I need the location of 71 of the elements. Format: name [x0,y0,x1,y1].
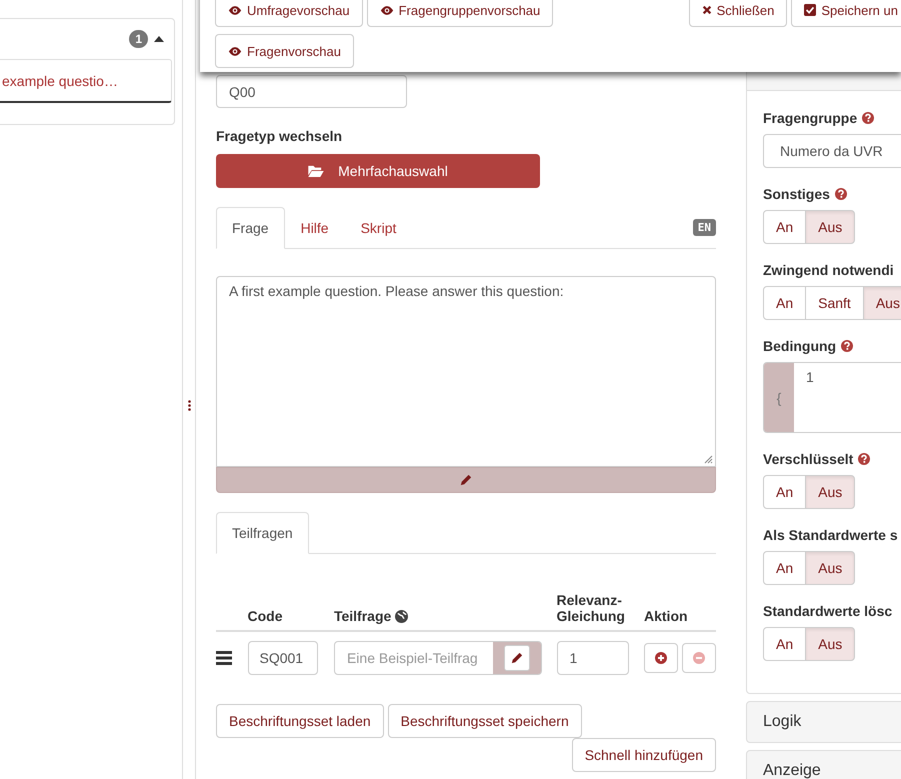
label-set-button[interactable]: Beschriftungsset speichern [388,704,582,738]
tab[interactable]: Teilfragen [216,512,309,554]
pencil-icon [510,652,523,664]
toggle-option[interactable]: Sanft [805,286,864,320]
minus-icon [693,652,705,664]
panel-header[interactable]: Logik [746,701,901,743]
code-text: 1 [805,368,815,387]
field-label: Sonstiges [763,186,830,202]
panel-header[interactable]: Anzeige [746,750,901,779]
relevance-field[interactable]: 1 [556,641,628,675]
column-header: Code [248,608,282,624]
toggle-option[interactable]: An [763,627,806,661]
resize-grip-icon[interactable] [703,454,713,464]
toggle-option[interactable]: Aus [862,286,901,320]
select-field[interactable]: Numero da UVR [763,134,901,168]
plus-icon [655,652,667,664]
code-field[interactable]: SQ001 [248,641,318,675]
language-badge: EN [692,218,716,236]
label-set-button[interactable]: Beschriftungsset laden [216,704,384,738]
eye-icon [228,4,242,16]
preview-button[interactable]: Fragengruppenvorschau [366,0,554,27]
checkbox-icon [804,4,816,16]
code-editor[interactable]: { 1 [763,362,901,433]
eye-icon [380,4,394,16]
drag-handle-icon[interactable] [216,651,232,665]
field-label: Verschlüsselt [763,451,854,467]
column-header: Aktion [644,608,688,624]
add-button[interactable] [644,643,678,673]
close-button[interactable]: Schließen [688,0,788,27]
column-header: Relevanz-Gleichung [556,592,626,624]
tab[interactable]: Hilfe [284,207,345,249]
gutter-bracket: { [764,363,794,432]
help-icon[interactable] [834,188,847,200]
quick-add-button[interactable]: Schnell hinzufügen [572,738,716,772]
preview-button[interactable]: Fragenvorschau [215,34,354,68]
toggle-option[interactable]: An [763,475,806,509]
close-icon [702,5,712,15]
preview-button[interactable]: Umfragevorschau [215,0,363,27]
tab[interactable]: Skript [344,207,412,249]
help-icon[interactable] [862,112,874,124]
question-text: A first example question. Please answer this question: [229,283,564,299]
editor-toggle-bar[interactable] [216,467,716,493]
pencil-icon [460,474,472,486]
code-field[interactable]: Q00 [216,75,407,108]
folder-icon [308,165,324,177]
question-text-area[interactable]: A first example question. Please answer this question: [216,276,716,467]
toggle-option[interactable]: An [763,551,806,585]
eye-icon [228,46,242,56]
edit-button[interactable] [504,645,530,671]
help-icon[interactable] [841,340,854,352]
question-item[interactable]: example questio… [0,59,172,103]
field-label: Fragetyp wechseln [216,128,344,146]
field-label: Bedingung [763,338,836,354]
field-label: Standardwerte lösc [763,603,892,619]
save-button[interactable]: Speichern un [791,0,901,27]
field-label: Als Standardwerte s [763,527,898,543]
toggle-option[interactable]: Aus [805,475,856,509]
toggle-option[interactable]: An [763,286,806,320]
question-type-button[interactable]: Mehrfachauswahl [216,154,540,188]
toggle-option[interactable]: Aus [805,627,856,661]
help-icon[interactable] [858,453,870,465]
toggle-option[interactable]: An [763,210,806,244]
count-badge: 1 [129,30,148,48]
field-label: Fragengruppe [763,110,858,126]
toggle-option[interactable]: Aus [805,210,856,244]
tab[interactable]: Frage [216,207,285,249]
caret-up-icon[interactable] [154,36,164,42]
dots-icon[interactable] [188,400,190,411]
field-label: Zwingend notwendi [763,262,894,278]
toggle-option[interactable]: Aus [805,551,856,585]
column-header: Teilfrage [334,608,392,624]
